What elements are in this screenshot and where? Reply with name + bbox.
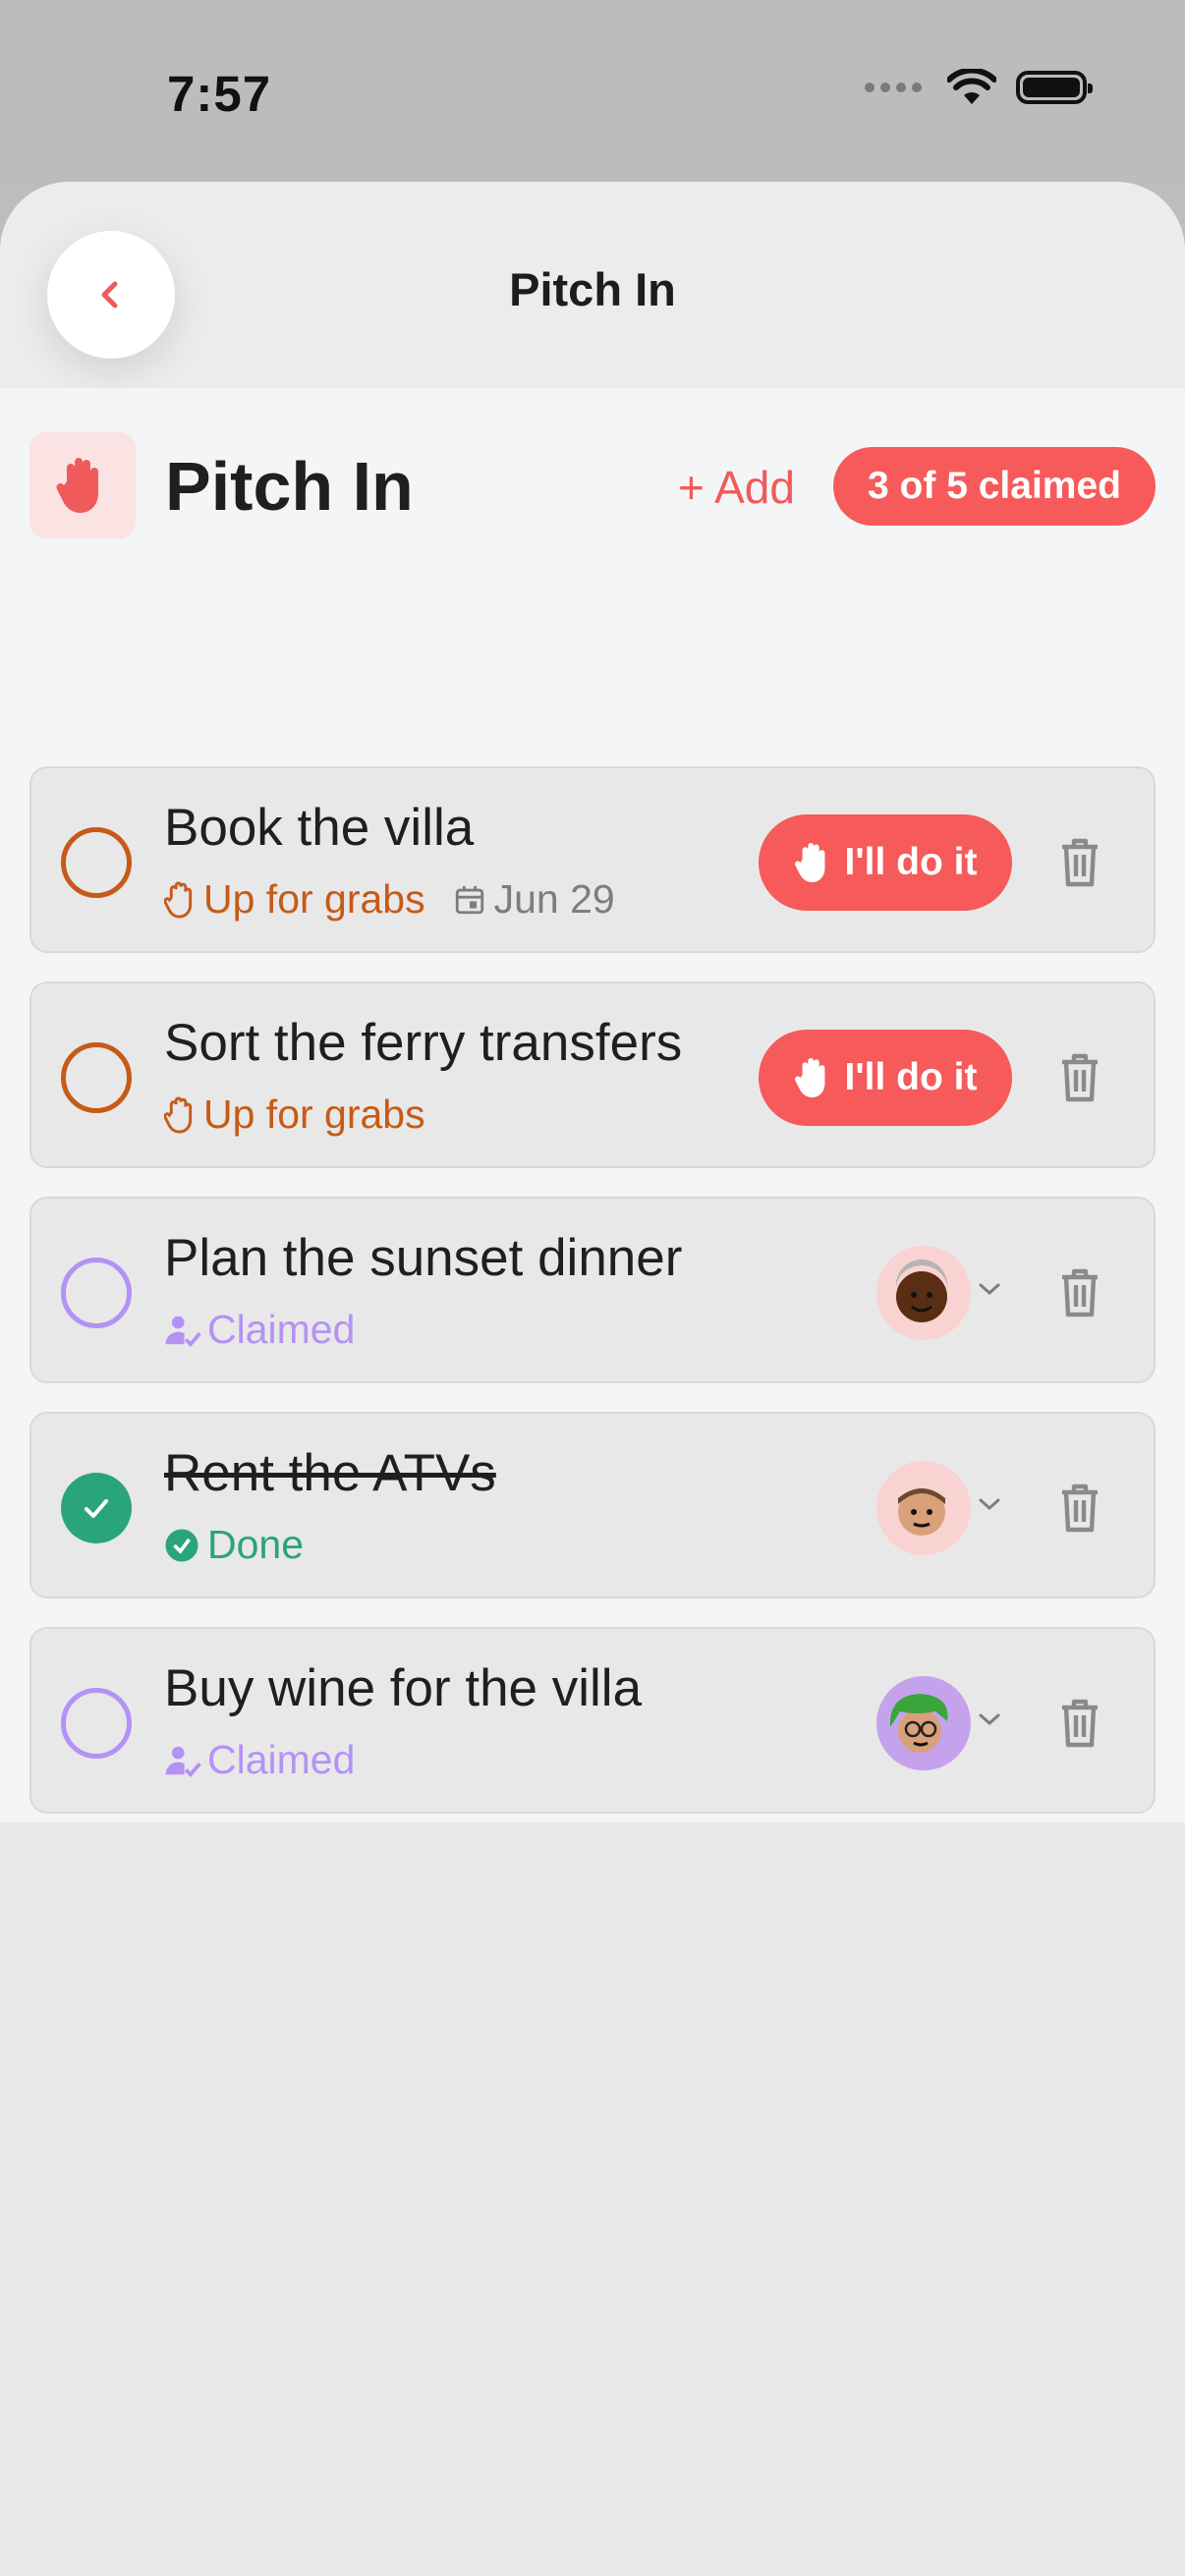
task-meta: Claimed <box>164 1737 355 1783</box>
task-checkbox[interactable] <box>61 827 132 898</box>
hand-icon <box>56 458 98 513</box>
wifi-icon <box>947 69 996 104</box>
status-label: Claimed <box>164 1737 355 1783</box>
avatar-light-skin-icon <box>898 1488 945 1536</box>
status-bar: 7:57 <box>0 0 1185 187</box>
assignee-avatar[interactable] <box>876 1246 971 1340</box>
avatar-green-hair-icon <box>889 1694 948 1753</box>
avatar-dark-skin-icon <box>896 1260 947 1322</box>
status-text: Up for grabs <box>203 1092 425 1137</box>
status-text: Claimed <box>207 1307 356 1352</box>
task-meta: Up for grabs Jun 29 <box>164 876 615 923</box>
trash-icon[interactable] <box>1055 1483 1104 1534</box>
status-icons <box>865 69 1093 106</box>
hand-outline-icon <box>164 881 193 918</box>
task-checkbox[interactable] <box>61 1473 132 1543</box>
hand-icon <box>794 1058 824 1097</box>
task-meta: Up for grabs <box>164 1092 425 1138</box>
task-card[interactable]: Buy wine for the villa Claimed <box>29 1627 1156 1814</box>
task-title: Book the villa <box>164 799 475 857</box>
task-card[interactable]: Sort the ferry transfers Up for grabs I'… <box>29 981 1156 1168</box>
task-card[interactable]: Book the villa Up for grabs Jun 29 I'll … <box>29 766 1156 953</box>
task-title: Buy wine for the villa <box>164 1659 643 1717</box>
task-checkbox[interactable] <box>61 1258 132 1328</box>
assignee-avatar[interactable] <box>876 1676 971 1770</box>
person-check-icon <box>165 1316 201 1347</box>
status-label: Up for grabs <box>164 1092 425 1138</box>
claim-button-label: I'll do it <box>844 1056 978 1098</box>
claimed-count-badge: 3 of 5 claimed <box>833 447 1156 526</box>
due-date-text: Jun 29 <box>493 876 615 922</box>
signal-icon <box>865 83 922 92</box>
trash-icon[interactable] <box>1055 1052 1104 1103</box>
status-time: 7:57 <box>167 66 272 122</box>
sheet-header: Pitch In <box>0 182 1185 388</box>
section-title: Pitch In <box>165 448 414 525</box>
due-date: Jun 29 <box>453 876 615 923</box>
status-text: Claimed <box>207 1737 356 1782</box>
sheet: Pitch In Pitch In + Add 3 of 5 claimed B… <box>0 182 1185 2576</box>
check-circle-icon <box>165 1529 198 1561</box>
task-card[interactable]: Rent the ATVs Done <box>29 1412 1156 1598</box>
hand-outline-icon <box>164 1096 193 1133</box>
person-check-icon <box>165 1746 201 1777</box>
section-icon <box>29 432 136 538</box>
status-text: Up for grabs <box>203 876 425 922</box>
claim-button-label: I'll do it <box>844 841 978 883</box>
status-label: Claimed <box>164 1307 355 1353</box>
chevron-down-icon[interactable] <box>975 1277 1004 1301</box>
trash-icon[interactable] <box>1055 1698 1104 1749</box>
trash-icon[interactable] <box>1055 837 1104 888</box>
status-label: Done <box>164 1522 304 1568</box>
task-title: Plan the sunset dinner <box>164 1229 683 1287</box>
status-label: Up for grabs <box>164 876 425 923</box>
claim-button[interactable]: I'll do it <box>759 814 1012 911</box>
task-checkbox[interactable] <box>61 1688 132 1759</box>
pitch-in-section: Pitch In + Add 3 of 5 claimed Book the v… <box>0 388 1185 1822</box>
task-checkbox[interactable] <box>61 1042 132 1113</box>
claim-button[interactable]: I'll do it <box>759 1030 1012 1126</box>
check-icon <box>85 1499 108 1518</box>
hand-icon <box>794 843 824 882</box>
add-button[interactable]: + Add <box>678 461 795 514</box>
calendar-icon <box>455 885 483 914</box>
status-text: Done <box>207 1522 305 1567</box>
assignee-avatar[interactable] <box>876 1461 971 1555</box>
page-title: Pitch In <box>509 263 676 315</box>
task-title: Rent the ATVs <box>164 1444 496 1502</box>
task-card[interactable]: Plan the sunset dinner Claimed <box>29 1197 1156 1383</box>
battery-icon <box>1016 71 1093 104</box>
chevron-down-icon[interactable] <box>975 1708 1004 1731</box>
trash-icon[interactable] <box>1055 1267 1104 1318</box>
chevron-down-icon[interactable] <box>975 1492 1004 1516</box>
task-meta: Done <box>164 1522 304 1568</box>
task-title: Sort the ferry transfers <box>164 1014 683 1072</box>
task-meta: Claimed <box>164 1307 355 1353</box>
